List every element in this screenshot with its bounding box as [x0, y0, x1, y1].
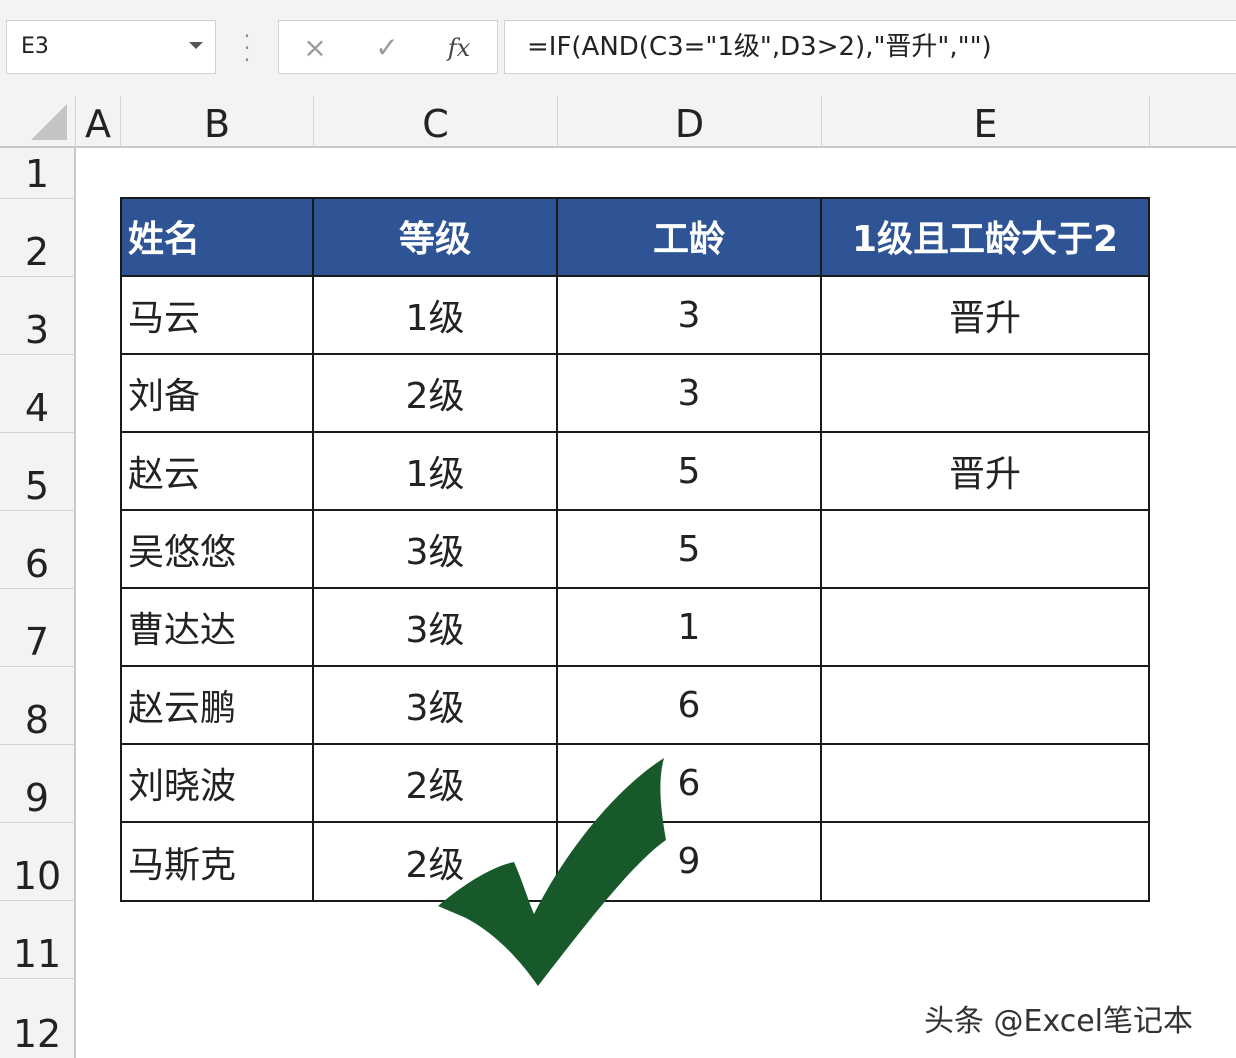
- table-cell[interactable]: 3: [558, 277, 822, 355]
- table-cell[interactable]: 5: [558, 511, 822, 589]
- row-header-9[interactable]: 9: [0, 745, 76, 823]
- name-box-value: E3: [21, 34, 49, 59]
- table-cell[interactable]: 马斯克: [120, 823, 314, 902]
- table-cell[interactable]: 3级: [314, 511, 558, 589]
- select-all-corner[interactable]: [0, 96, 76, 148]
- header-cell-level[interactable]: 等级: [314, 197, 558, 277]
- column-header-b[interactable]: B: [121, 96, 314, 148]
- row-header-7[interactable]: 7: [0, 589, 76, 667]
- table-cell[interactable]: 刘备: [120, 355, 314, 433]
- formula-buttons: × ✓ fx: [278, 20, 498, 74]
- row-header-3[interactable]: 3: [0, 277, 76, 355]
- table-cell[interactable]: [822, 511, 1150, 589]
- table-cell[interactable]: 赵云鹏: [120, 667, 314, 745]
- cancel-icon[interactable]: ×: [293, 27, 337, 69]
- table-cell[interactable]: 赵云: [120, 433, 314, 511]
- table-cell[interactable]: 3级: [314, 667, 558, 745]
- fx-icon[interactable]: fx: [437, 27, 481, 69]
- row-header-2[interactable]: 2: [0, 199, 76, 277]
- table-cell[interactable]: 曹达达: [120, 589, 314, 667]
- table-cell[interactable]: 吴悠悠: [120, 511, 314, 589]
- header-cell-name[interactable]: 姓名: [120, 197, 314, 277]
- chevron-down-icon[interactable]: [189, 42, 203, 49]
- select-all-icon: [31, 104, 67, 140]
- table-cell[interactable]: 马云: [120, 277, 314, 355]
- table-cell[interactable]: 晋升: [822, 433, 1150, 511]
- row-header-1[interactable]: 1: [0, 148, 76, 199]
- row-header-4[interactable]: 4: [0, 355, 76, 433]
- table-cell[interactable]: 5: [558, 433, 822, 511]
- column-header-f[interactable]: [1150, 96, 1236, 148]
- column-header-d[interactable]: D: [558, 96, 822, 148]
- table-cell[interactable]: [822, 667, 1150, 745]
- table-cell[interactable]: 1级: [314, 277, 558, 355]
- table-cell[interactable]: 3: [558, 355, 822, 433]
- table-cell[interactable]: 3级: [314, 589, 558, 667]
- formula-bar: E3 · · · × ✓ fx =IF(AND(C3="1级",D3>2),"晋升"…: [0, 0, 1236, 96]
- header-cell-result[interactable]: 1级且工龄大于2: [822, 197, 1150, 277]
- column-header-c[interactable]: C: [314, 96, 558, 148]
- table-cell[interactable]: 1: [558, 589, 822, 667]
- checkmark-icon: [438, 758, 666, 986]
- table-cell[interactable]: [822, 355, 1150, 433]
- table-cell[interactable]: [822, 823, 1150, 902]
- column-header-a[interactable]: A: [76, 96, 121, 148]
- table-cell[interactable]: 6: [558, 667, 822, 745]
- header-cell-seniority[interactable]: 工龄: [558, 197, 822, 277]
- table-cell[interactable]: [822, 745, 1150, 823]
- table-cell[interactable]: 1级: [314, 433, 558, 511]
- name-box[interactable]: E3: [6, 20, 216, 74]
- enter-icon[interactable]: ✓: [365, 27, 409, 69]
- column-header-e[interactable]: E: [822, 96, 1150, 148]
- row-header-11[interactable]: 11: [0, 901, 76, 979]
- row-header-10[interactable]: 10: [0, 823, 76, 901]
- watermark-text: 头条 @Excel笔记本: [924, 1004, 1194, 1039]
- row-header-6[interactable]: 6: [0, 511, 76, 589]
- more-vertical-icon[interactable]: · · ·: [240, 26, 254, 70]
- fx-label: fx: [447, 34, 471, 62]
- row-header-12[interactable]: 12: [0, 979, 76, 1058]
- selected-cell-e3[interactable]: 晋升: [822, 277, 1150, 355]
- row-header-8[interactable]: 8: [0, 667, 76, 745]
- table-cell[interactable]: 2级: [314, 355, 558, 433]
- row-header-5[interactable]: 5: [0, 433, 76, 511]
- table-cell[interactable]: 刘晓波: [120, 745, 314, 823]
- formula-input[interactable]: =IF(AND(C3="1级",D3>2),"晋升",""): [504, 20, 1236, 74]
- table-cell[interactable]: [822, 589, 1150, 667]
